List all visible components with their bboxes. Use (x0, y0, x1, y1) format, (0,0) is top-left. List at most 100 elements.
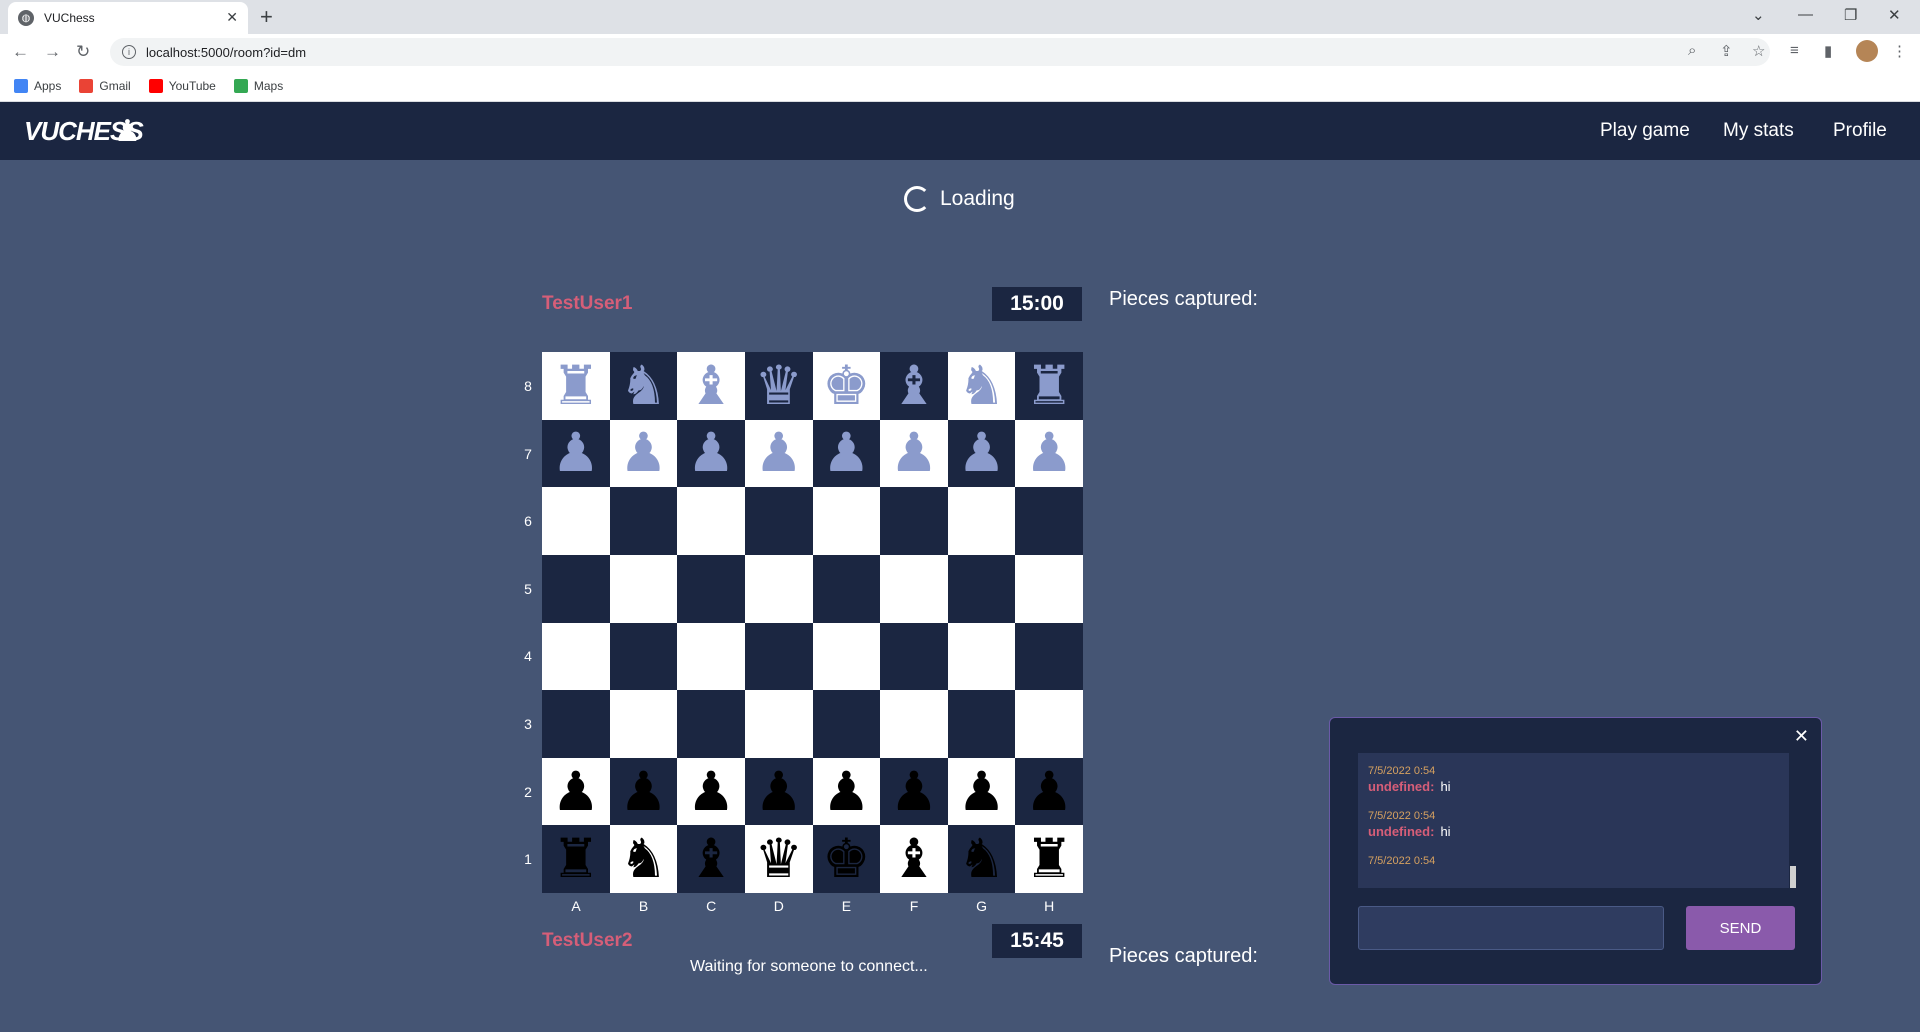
square-b8[interactable]: ♞ (609, 352, 678, 420)
chess-piece[interactable]: ♜ (552, 359, 600, 413)
square-h4[interactable] (1015, 622, 1083, 691)
square-f1[interactable]: ♝ (880, 825, 948, 893)
square-g5[interactable] (947, 554, 1016, 623)
reload-icon[interactable]: ↻ (76, 42, 90, 62)
chat-message-input[interactable] (1358, 906, 1664, 950)
chess-piece[interactable]: ♟ (687, 426, 735, 480)
chess-piece[interactable]: ♛ (754, 832, 802, 886)
square-a6[interactable] (542, 487, 610, 555)
square-h6[interactable] (1015, 487, 1083, 555)
chess-piece[interactable]: ♝ (687, 832, 735, 886)
square-d2[interactable]: ♟ (744, 757, 813, 826)
square-e3[interactable] (812, 690, 881, 758)
chess-piece[interactable]: ♟ (890, 426, 938, 480)
chess-piece[interactable]: ♟ (619, 426, 667, 480)
share-icon[interactable]: ⇪ (1720, 42, 1733, 60)
reading-list-icon[interactable]: ≡ (1790, 42, 1799, 59)
chess-piece[interactable]: ♟ (754, 765, 802, 819)
send-button[interactable]: SEND (1686, 906, 1795, 950)
chess-piece[interactable]: ♟ (687, 765, 735, 819)
browser-tab[interactable]: ◍ VUChess ✕ (8, 2, 248, 34)
menu-icon[interactable]: ⋮ (1892, 42, 1907, 60)
square-h1[interactable]: ♜ (1015, 825, 1083, 893)
chat-log[interactable]: 7/5/2022 0:54 undefined: hi 7/5/2022 0:54 un… (1358, 753, 1789, 888)
site-info-icon[interactable]: i (122, 45, 136, 59)
square-g6[interactable] (947, 487, 1016, 555)
square-b4[interactable] (609, 622, 678, 691)
restore-icon[interactable]: ❐ (1844, 6, 1857, 24)
square-h7[interactable]: ♟ (1015, 419, 1083, 488)
profile-avatar[interactable] (1856, 40, 1878, 62)
square-b2[interactable]: ♟ (609, 757, 678, 826)
square-c8[interactable]: ♝ (677, 352, 745, 420)
square-f8[interactable]: ♝ (880, 352, 948, 420)
chess-piece[interactable]: ♚ (822, 359, 870, 413)
chat-scrollbar[interactable] (1790, 866, 1796, 888)
chess-piece[interactable]: ♝ (890, 359, 938, 413)
bookmark-maps[interactable]: Maps (233, 78, 283, 93)
chess-piece[interactable]: ♟ (1025, 426, 1073, 480)
chess-piece[interactable]: ♜ (552, 832, 600, 886)
square-g7[interactable]: ♟ (947, 419, 1016, 488)
side-panel-icon[interactable]: ▮ (1824, 42, 1832, 60)
square-g8[interactable]: ♞ (947, 352, 1016, 420)
square-f2[interactable]: ♟ (880, 757, 948, 826)
chess-piece[interactable]: ♚ (822, 832, 870, 886)
nav-profile[interactable]: Profile (1833, 120, 1887, 142)
chat-close-icon[interactable]: ✕ (1794, 726, 1809, 747)
square-h3[interactable] (1015, 690, 1083, 758)
square-c3[interactable] (677, 690, 745, 758)
square-g2[interactable]: ♟ (947, 757, 1016, 826)
square-b5[interactable] (609, 554, 678, 623)
chess-piece[interactable]: ♟ (552, 426, 600, 480)
chess-piece[interactable]: ♟ (822, 426, 870, 480)
chess-piece[interactable]: ♝ (687, 359, 735, 413)
chess-piece[interactable]: ♞ (619, 832, 667, 886)
square-a4[interactable] (542, 622, 610, 691)
chess-piece[interactable]: ♟ (890, 765, 938, 819)
square-g3[interactable] (947, 690, 1016, 758)
square-e4[interactable] (812, 622, 881, 691)
square-a7[interactable]: ♟ (542, 419, 610, 488)
square-a2[interactable]: ♟ (542, 757, 610, 826)
square-d1[interactable]: ♛ (744, 825, 813, 893)
chess-piece[interactable]: ♝ (890, 832, 938, 886)
square-d3[interactable] (744, 690, 813, 758)
star-icon[interactable]: ☆ (1752, 42, 1765, 60)
square-h5[interactable] (1015, 554, 1083, 623)
back-icon[interactable]: ← (12, 42, 29, 62)
chess-piece[interactable]: ♟ (1025, 765, 1073, 819)
square-d5[interactable] (744, 554, 813, 623)
bookmark-gmail[interactable]: Gmail (79, 78, 131, 93)
square-b1[interactable]: ♞ (609, 825, 678, 893)
square-g1[interactable]: ♞ (947, 825, 1016, 893)
chess-piece[interactable]: ♟ (822, 765, 870, 819)
square-e2[interactable]: ♟ (812, 757, 881, 826)
chess-piece[interactable]: ♜ (1025, 359, 1073, 413)
square-c6[interactable] (677, 487, 745, 555)
square-a8[interactable]: ♜ (542, 352, 610, 420)
square-e5[interactable] (812, 554, 881, 623)
chess-piece[interactable]: ♛ (754, 359, 802, 413)
square-a3[interactable] (542, 690, 610, 758)
square-c4[interactable] (677, 622, 745, 691)
square-d8[interactable]: ♛ (744, 352, 813, 420)
square-f4[interactable] (880, 622, 948, 691)
forward-icon[interactable]: → (44, 42, 61, 62)
chess-piece[interactable]: ♟ (957, 426, 1005, 480)
square-a5[interactable] (542, 554, 610, 623)
square-d7[interactable]: ♟ (744, 419, 813, 488)
square-e7[interactable]: ♟ (812, 419, 881, 488)
square-e8[interactable]: ♚ (812, 352, 881, 420)
chess-piece[interactable]: ♟ (552, 765, 600, 819)
square-e6[interactable] (812, 487, 881, 555)
chess-piece[interactable]: ♟ (957, 765, 1005, 819)
chess-piece[interactable]: ♜ (1025, 832, 1073, 886)
square-f7[interactable]: ♟ (880, 419, 948, 488)
square-b7[interactable]: ♟ (609, 419, 678, 488)
chess-piece[interactable]: ♞ (957, 832, 1005, 886)
close-tab-icon[interactable]: ✕ (226, 9, 238, 26)
square-b3[interactable] (609, 690, 678, 758)
square-f5[interactable] (880, 554, 948, 623)
square-c1[interactable]: ♝ (677, 825, 745, 893)
